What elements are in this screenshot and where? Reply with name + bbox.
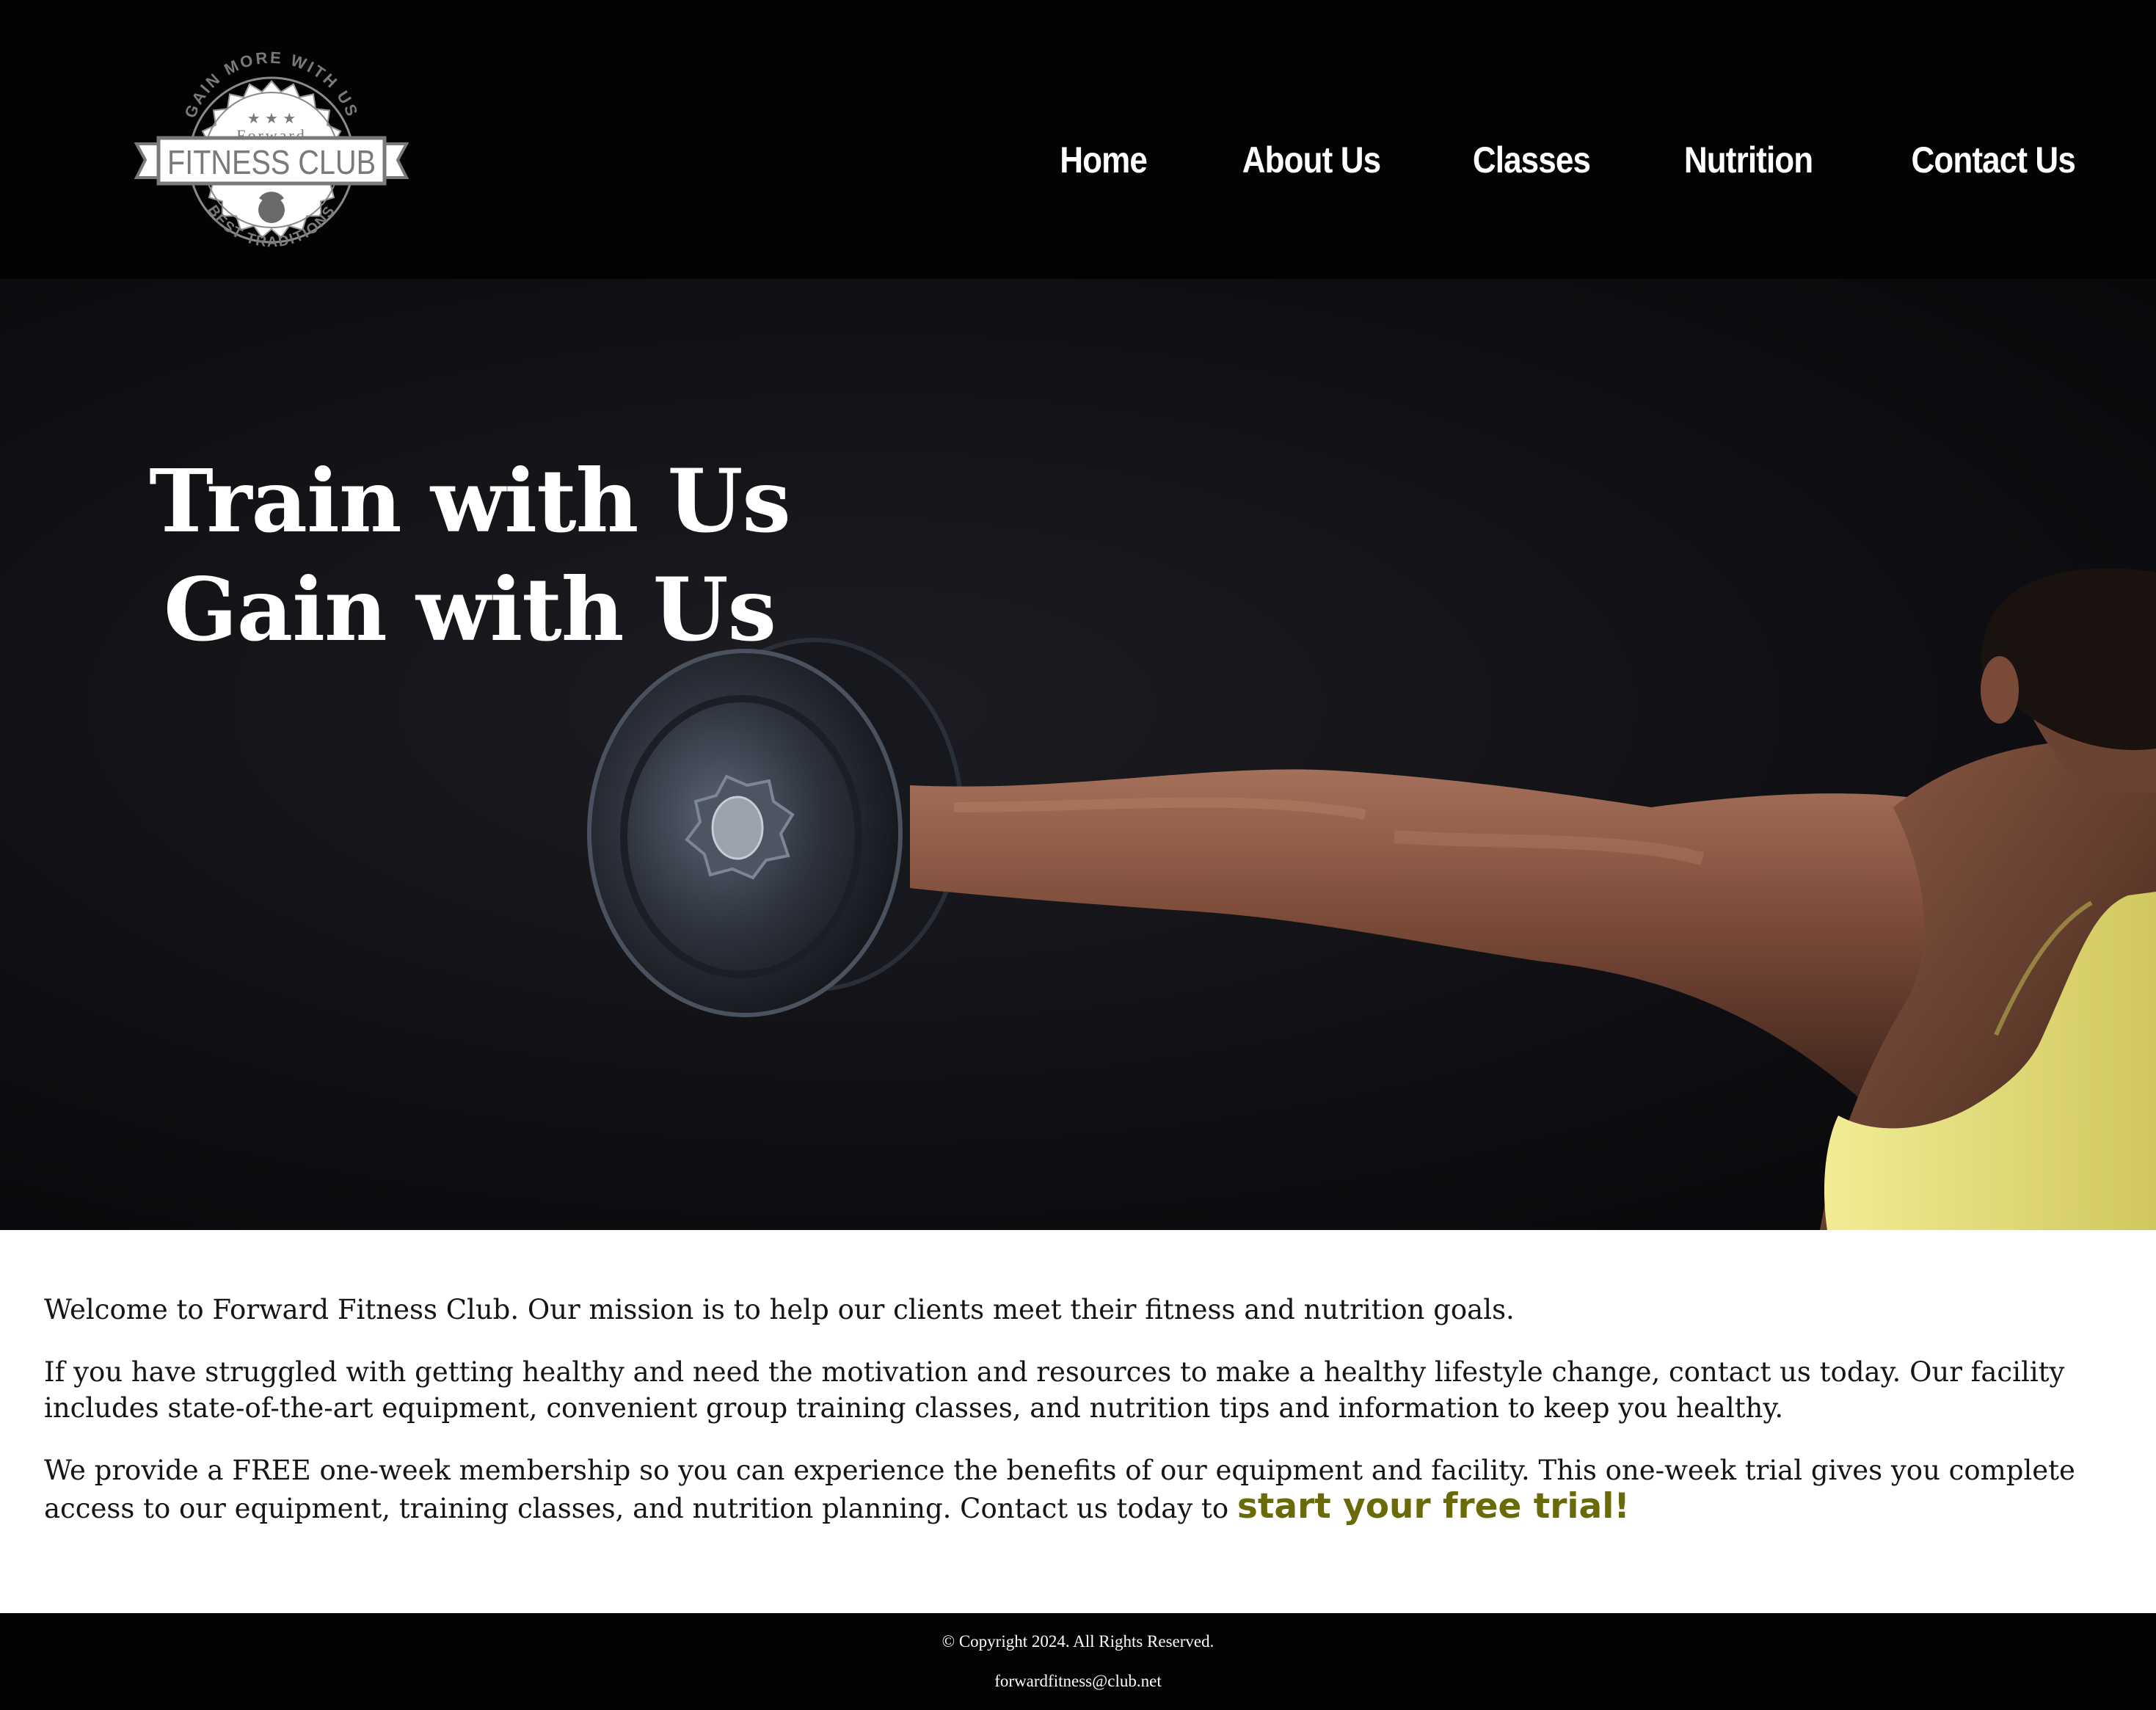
free-trial-link[interactable]: start your free trial! bbox=[1237, 1486, 1630, 1527]
hero-line-1: Train with Us bbox=[149, 450, 791, 553]
hero-banner: Train with Us Gain with Us bbox=[0, 279, 2156, 1230]
site-footer: © Copyright 2024. All Rights Reserved. f… bbox=[0, 1613, 2156, 1710]
nav-classes[interactable]: Classes bbox=[1473, 139, 1591, 181]
hero-line-2: Gain with Us bbox=[163, 559, 776, 661]
nav-nutrition[interactable]: Nutrition bbox=[1684, 139, 1813, 181]
nav-contact-us[interactable]: Contact Us bbox=[1912, 139, 2076, 181]
trial-paragraph: We provide a FREE one-week membership so… bbox=[44, 1452, 2099, 1527]
facility-paragraph: If you have struggled with getting healt… bbox=[44, 1356, 2065, 1424]
hero-heading: Train with Us Gain with Us bbox=[73, 447, 866, 664]
svg-text:★ ★ ★: ★ ★ ★ bbox=[247, 109, 296, 127]
copyright-text: © Copyright 2024. All Rights Reserved. bbox=[942, 1632, 1214, 1651]
welcome-paragraph: Welcome to Forward Fitness Club. Our mis… bbox=[44, 1294, 1515, 1325]
logo-banner-text: FITNESS CLUB bbox=[167, 143, 376, 181]
main-content: Welcome to Forward Fitness Club. Our mis… bbox=[44, 1292, 2099, 1553]
footer-email[interactable]: forwardfitness@club.net bbox=[0, 1672, 2156, 1691]
fitness-club-logo[interactable]: GAIN MORE WITH US ★ ★ ★ Forward FITNESS … bbox=[132, 48, 411, 263]
site-header: GAIN MORE WITH US ★ ★ ★ Forward FITNESS … bbox=[0, 0, 2156, 279]
main-nav: Home About Us Classes Nutrition Contact … bbox=[972, 131, 2076, 189]
kettlebell-icon bbox=[258, 192, 285, 223]
hero-image bbox=[587, 568, 2156, 1230]
nav-home[interactable]: Home bbox=[1060, 139, 1148, 181]
trial-paragraph-text: We provide a FREE one-week membership so… bbox=[44, 1455, 2075, 1524]
nav-about-us[interactable]: About Us bbox=[1242, 139, 1380, 181]
